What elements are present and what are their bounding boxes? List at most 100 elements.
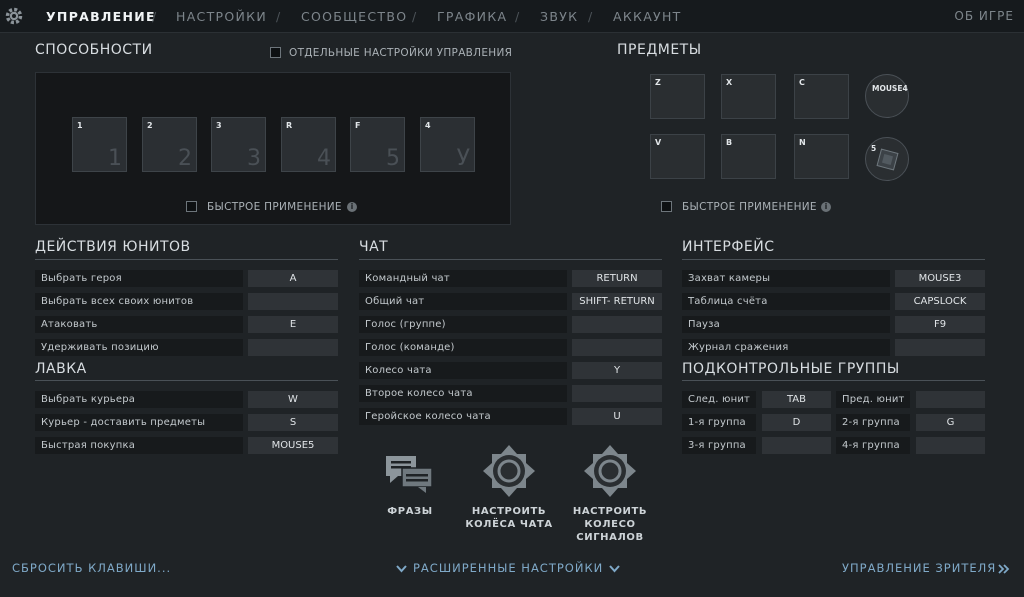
- keybind-label: 4-я группа: [836, 437, 910, 454]
- ability-slot[interactable]: 4 У: [420, 117, 475, 172]
- item-slot[interactable]: Z: [650, 74, 705, 119]
- ability-digit: 4: [317, 146, 331, 171]
- info-icon[interactable]: i: [347, 202, 357, 212]
- keybind-label: Голос (группе): [359, 316, 567, 333]
- item-quick-cast-label: БЫСТРОЕ ПРИМЕНЕНИЕ: [682, 201, 817, 213]
- ability-digit: У: [456, 146, 470, 171]
- phrases-button[interactable]: ФРАЗЫ: [374, 505, 446, 518]
- keybind-row: Выбрать курьера W: [35, 391, 338, 408]
- keybind-button[interactable]: [572, 385, 662, 402]
- item-slot[interactable]: N: [794, 134, 849, 179]
- tab-settings[interactable]: НАСТРОЙКИ: [176, 9, 267, 24]
- ability-slot[interactable]: 2 2: [142, 117, 197, 172]
- item-slot[interactable]: X: [721, 74, 776, 119]
- item-slot[interactable]: C: [794, 74, 849, 119]
- item-hotkey: B: [726, 138, 733, 147]
- item-hotkey: Z: [655, 78, 661, 87]
- about-game-link[interactable]: ОБ ИГРЕ: [954, 9, 1014, 23]
- spectator-controls-label: УПРАВЛЕНИЕ ЗРИТЕЛЯ: [842, 561, 997, 575]
- keybind-button[interactable]: E: [248, 316, 338, 333]
- keybind-button[interactable]: S: [248, 414, 338, 431]
- ability-slot[interactable]: R 4: [281, 117, 336, 172]
- control-group-row: След. юнит TAB Пред. юнит: [682, 391, 985, 408]
- ability-slot[interactable]: F 5: [350, 117, 405, 172]
- gear-icon[interactable]: [4, 6, 24, 26]
- keybind-row: Быстрая покупка MOUSE5: [35, 437, 338, 454]
- keybind-button[interactable]: TAB: [762, 391, 831, 408]
- item-quick-cast-checkbox[interactable]: [661, 201, 672, 212]
- ability-slot[interactable]: 1 1: [72, 117, 127, 172]
- keybind-label: Удерживать позицию: [35, 339, 243, 356]
- keybind-label: Выбрать героя: [35, 270, 243, 287]
- keybind-label: Геройское колесо чата: [359, 408, 567, 425]
- nav-separator: /: [276, 9, 282, 24]
- keybind-button[interactable]: W: [248, 391, 338, 408]
- teleport-hotkey: 5: [871, 144, 877, 153]
- keybind-button[interactable]: U: [572, 408, 662, 425]
- keybind-label: Таблица счёта: [682, 293, 890, 310]
- keybind-row: Таблица счёта CAPSLOCK: [682, 293, 985, 310]
- keybind-button[interactable]: SHIFT- RETURN: [572, 293, 662, 310]
- chat-bubbles-icon[interactable]: [384, 452, 436, 494]
- control-groups-title: ПОДКОНТРОЛЬНЫЕ ГРУППЫ: [682, 361, 900, 377]
- ability-digit: 3: [247, 146, 261, 171]
- keybind-label: 3-я группа: [682, 437, 756, 454]
- keybind-button[interactable]: Y: [572, 362, 662, 379]
- nav-separator: /: [152, 9, 158, 24]
- separate-settings-checkbox[interactable]: [270, 47, 281, 58]
- top-nav-bar: УПРАВЛЕНИЕ / НАСТРОЙКИ / СООБЩЕСТВО / ГР…: [0, 0, 1024, 33]
- keybind-button[interactable]: A: [248, 270, 338, 287]
- keybind-button[interactable]: G: [916, 414, 985, 431]
- item-slot[interactable]: V: [650, 134, 705, 179]
- keybind-button[interactable]: D: [762, 414, 831, 431]
- keybind-button[interactable]: [916, 437, 985, 454]
- keybind-button[interactable]: [572, 339, 662, 356]
- keybind-button[interactable]: F9: [895, 316, 985, 333]
- reset-keys-link[interactable]: СБРОСИТЬ КЛАВИШИ...: [12, 561, 171, 575]
- item-hotkey: V: [655, 138, 662, 147]
- chevron-down-icon: [396, 564, 407, 572]
- configure-chat-wheels-button[interactable]: НАСТРОИТЬ КОЛЁСА ЧАТА: [459, 505, 559, 531]
- ability-hotkey: 3: [216, 121, 222, 130]
- ability-quick-cast-checkbox[interactable]: [186, 201, 197, 212]
- keybind-label: Журнал сражения: [682, 339, 890, 356]
- keybind-button[interactable]: MOUSE5: [248, 437, 338, 454]
- keybind-row: Командный чат RETURN: [359, 270, 662, 287]
- keybind-button[interactable]: [916, 391, 985, 408]
- section-divider: [682, 380, 985, 381]
- advanced-settings-toggle[interactable]: РАСШИРЕННЫЕ НАСТРОЙКИ: [396, 561, 620, 575]
- item-slot[interactable]: B: [721, 134, 776, 179]
- ability-digit: 1: [108, 146, 122, 171]
- keybind-button[interactable]: [895, 339, 985, 356]
- keybind-button[interactable]: RETURN: [572, 270, 662, 287]
- keybind-row: Колесо чата Y: [359, 362, 662, 379]
- info-icon[interactable]: i: [821, 202, 831, 212]
- keybind-button[interactable]: [248, 293, 338, 310]
- chat-wheel-icon[interactable]: [482, 444, 536, 498]
- keybind-button[interactable]: CAPSLOCK: [895, 293, 985, 310]
- keybind-label: Голос (команде): [359, 339, 567, 356]
- tab-sound[interactable]: ЗВУК: [540, 9, 578, 24]
- item-hotkey: C: [799, 78, 805, 87]
- configure-ping-wheel-label: НАСТРОИТЬ КОЛЕСО СИГНАЛОВ: [572, 506, 648, 543]
- tab-account[interactable]: АККАУНТ: [613, 9, 682, 24]
- keybind-button[interactable]: [762, 437, 831, 454]
- unit-actions-title: ДЕЙСТВИЯ ЮНИТОВ: [35, 239, 191, 255]
- ability-slot[interactable]: 3 3: [211, 117, 266, 172]
- ability-hotkey: 4: [425, 121, 431, 130]
- ping-wheel-icon[interactable]: [583, 444, 637, 498]
- ability-digit: 2: [178, 146, 192, 171]
- neutral-item-hotkey: MOUSE4: [872, 84, 908, 93]
- keybind-button[interactable]: [572, 316, 662, 333]
- tab-community[interactable]: СООБЩЕСТВО: [301, 9, 407, 24]
- keybind-button[interactable]: MOUSE3: [895, 270, 985, 287]
- configure-ping-wheel-button[interactable]: НАСТРОИТЬ КОЛЕСО СИГНАЛОВ: [560, 505, 660, 544]
- ability-hotkey: 2: [147, 121, 153, 130]
- keybind-row: Выбрать всех своих юнитов: [35, 293, 338, 310]
- teleport-slot[interactable]: 5: [865, 137, 909, 181]
- tab-graphics[interactable]: ГРАФИКА: [437, 9, 507, 24]
- neutral-item-slot[interactable]: MOUSE4: [865, 74, 909, 118]
- spectator-controls-link[interactable]: УПРАВЛЕНИЕ ЗРИТЕЛЯ: [842, 561, 1010, 575]
- keybind-button[interactable]: [248, 339, 338, 356]
- tab-controls[interactable]: УПРАВЛЕНИЕ: [46, 9, 156, 24]
